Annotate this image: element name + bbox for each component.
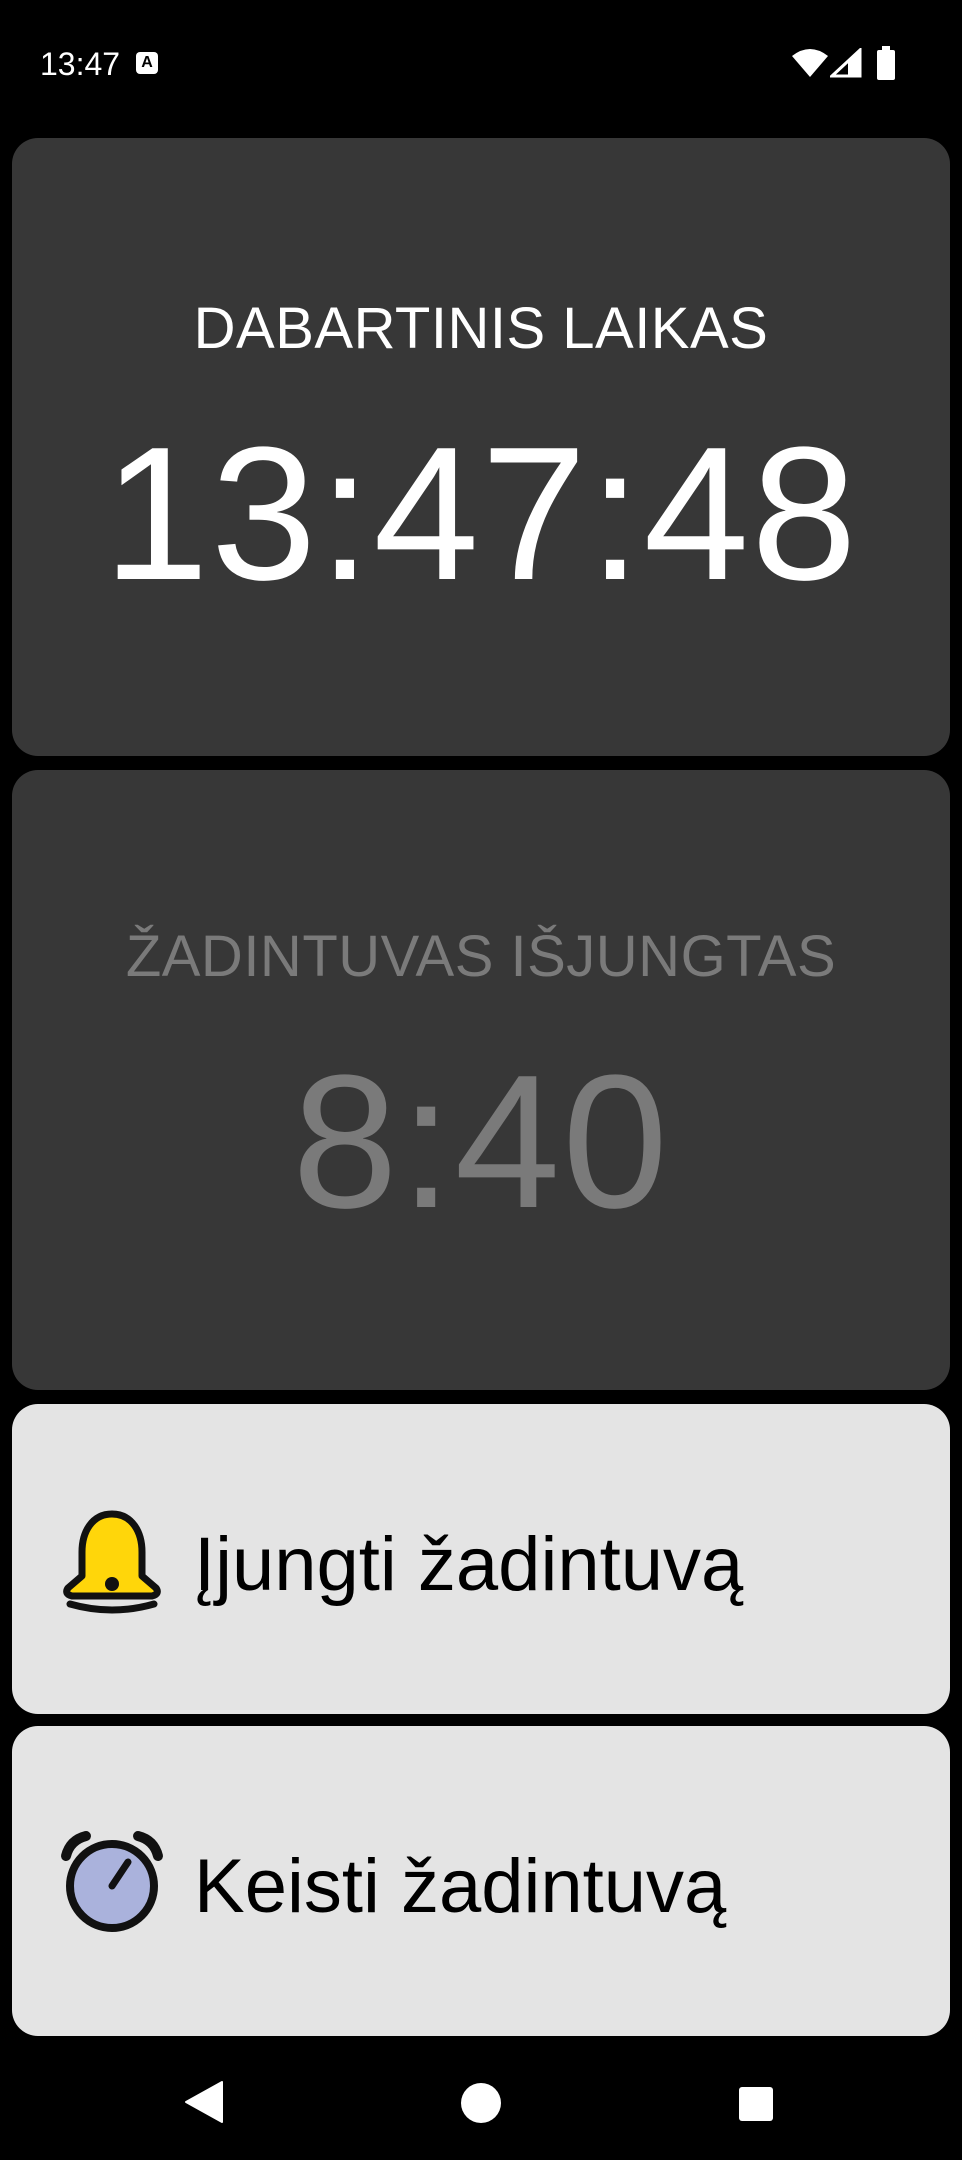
notification-a-icon: A	[136, 52, 158, 74]
enable-alarm-button[interactable]: Įjungti žadintuvą	[12, 1404, 950, 1714]
bell-icon	[63, 1510, 161, 1614]
status-bar: 13:47 A	[0, 0, 962, 128]
notification-a-letter: A	[141, 54, 153, 71]
alarm-clock-icon	[61, 1831, 163, 1932]
navigation-bar	[0, 2040, 962, 2160]
current-time-card: DABARTINIS LAIKAS 13:47:48	[12, 138, 950, 756]
home-icon[interactable]	[460, 2082, 502, 2124]
alarm-status-label: ŽADINTUVAS IŠJUNGTAS	[125, 924, 837, 989]
current-time-value: 13:47:48	[103, 408, 859, 620]
recents-icon[interactable]	[738, 2086, 774, 2122]
enable-alarm-label: Įjungti žadintuvą	[194, 1522, 744, 1607]
battery-icon	[877, 46, 895, 80]
change-alarm-button[interactable]: Keisti žadintuvą	[12, 1726, 950, 2036]
change-alarm-label: Keisti žadintuvą	[194, 1844, 727, 1929]
wifi-icon	[792, 49, 828, 77]
back-icon[interactable]	[184, 2080, 224, 2124]
alarm-status-card: ŽADINTUVAS IŠJUNGTAS 8:40	[12, 770, 950, 1390]
status-time: 13:47	[40, 46, 121, 82]
alarm-time-value: 8:40	[292, 1036, 670, 1248]
current-time-label: DABARTINIS LAIKAS	[193, 296, 769, 361]
signal-icon	[830, 48, 862, 78]
